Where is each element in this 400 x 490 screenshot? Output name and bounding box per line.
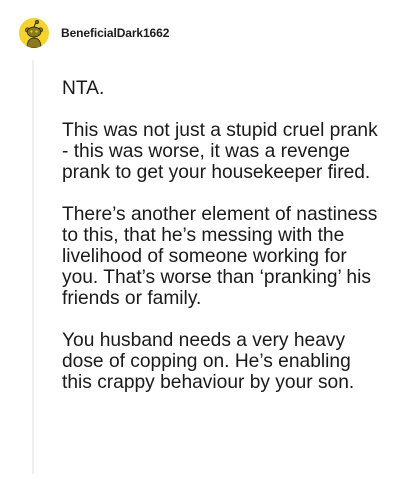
snoo-avatar-icon [25, 19, 43, 48]
comment-paragraph: This was not just a stupid cruel prank -… [62, 120, 378, 183]
comment-paragraph: You husband needs a very heavy dose of c… [62, 330, 355, 393]
comment-paragraph: NTA. [62, 78, 105, 99]
user-avatar[interactable] [19, 18, 49, 48]
comment-card: BeneficialDark1662 NTA. This was not jus… [0, 0, 400, 490]
comment-body: NTA. This was not just a stupid cruel pr… [62, 78, 380, 393]
thread-line[interactable] [32, 60, 34, 474]
comment-paragraph: There’s another element of nastiness to … [62, 204, 378, 309]
comment-header: BeneficialDark1662 [19, 16, 169, 50]
comment-username[interactable]: BeneficialDark1662 [61, 26, 169, 40]
